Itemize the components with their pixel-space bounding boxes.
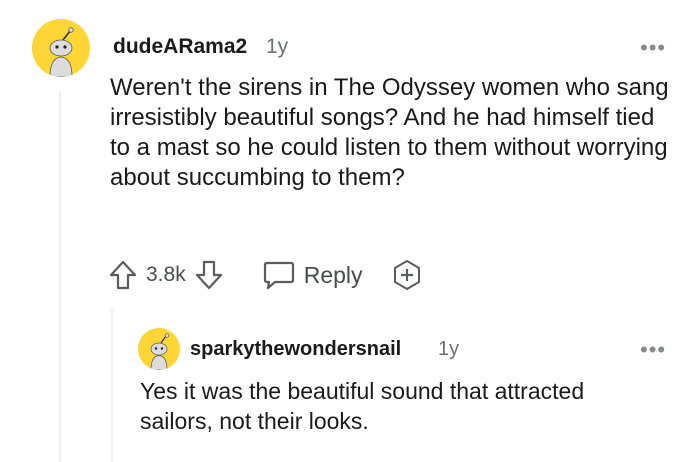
avatar[interactable]: [32, 19, 90, 77]
thread-line[interactable]: [59, 92, 61, 462]
downvote-button[interactable]: [194, 259, 224, 291]
reply-username[interactable]: sparkythewondersnail: [190, 338, 401, 361]
reply-button[interactable]: Reply: [262, 259, 363, 291]
downvote-arrow-icon: [195, 260, 222, 290]
upvote-button[interactable]: [108, 259, 138, 291]
comment-more-button[interactable]: •••: [640, 37, 666, 59]
speech-bubble-icon: [263, 261, 294, 290]
reply-thread-line[interactable]: [111, 310, 113, 462]
upvote-arrow-icon: [109, 260, 137, 290]
vote-count: 3.8k: [146, 263, 186, 286]
comment-body: Weren't the sirens in The Odyssey women …: [110, 74, 669, 191]
reply-more-button[interactable]: •••: [640, 339, 666, 361]
reply-avatar[interactable]: [138, 328, 180, 370]
comment-username[interactable]: dudeARama2: [113, 35, 247, 59]
reply-age: 1y: [438, 338, 460, 360]
reply-body: Yes it was the beautiful sound that attr…: [140, 378, 585, 434]
snoo-avatar-icon: [32, 19, 90, 77]
snoo-avatar-icon: [138, 328, 180, 370]
award-button[interactable]: [391, 259, 423, 291]
plus-award-icon: [393, 260, 420, 290]
reply-label[interactable]: Reply: [304, 262, 363, 289]
comment-actions: 3.8k Reply: [108, 258, 423, 292]
comment-age: 1y: [266, 35, 289, 58]
